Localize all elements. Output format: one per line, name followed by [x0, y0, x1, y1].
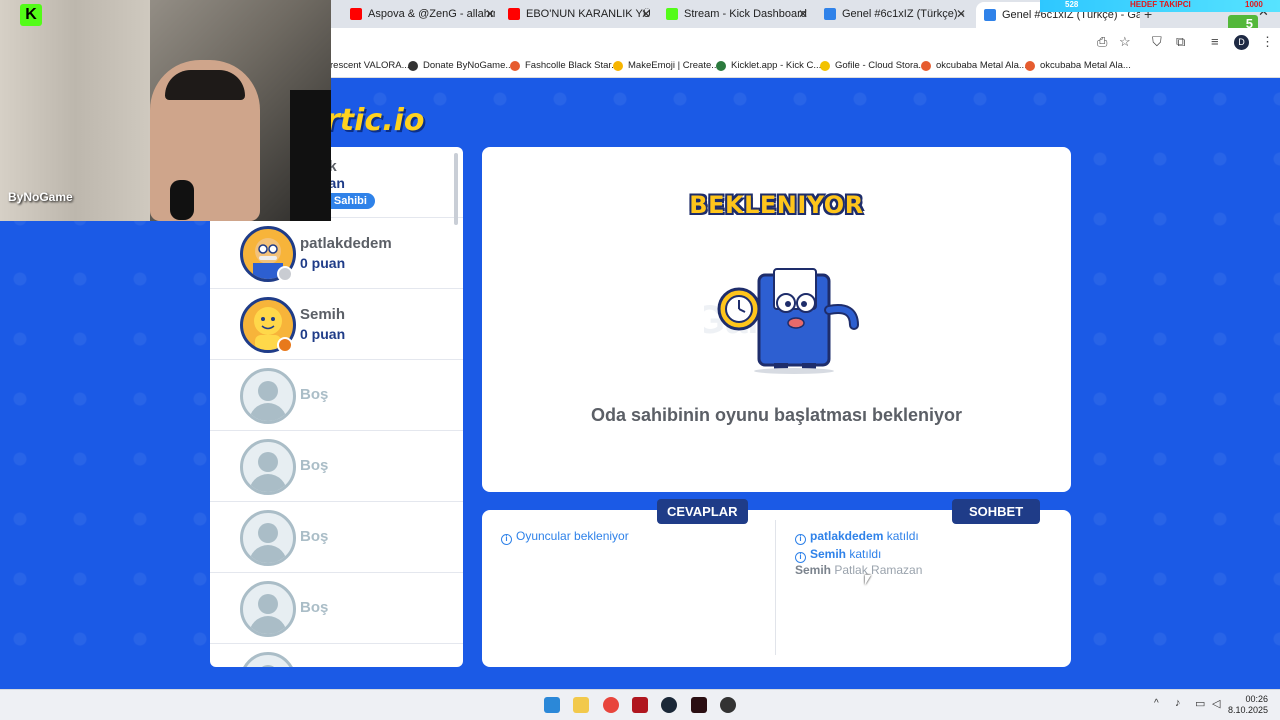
- webcam-overlay: K ByNoGame: [0, 0, 331, 221]
- channel-name: ByNoGame: [8, 190, 73, 204]
- bookmark-item[interactable]: MakeEmoji | Create...: [613, 60, 719, 71]
- mouse-cursor-icon: [865, 575, 871, 585]
- empty-avatar-icon: [240, 439, 296, 495]
- close-tab-icon[interactable]: ✕: [798, 7, 808, 21]
- info-icon: i: [795, 552, 806, 563]
- bookmark-icon: [613, 60, 623, 71]
- browser-tab-3[interactable]: Stream - Kick Dashboard ✕: [666, 4, 808, 24]
- tab-answers[interactable]: CEVAPLAR: [657, 499, 748, 524]
- goal-target: 1000: [1245, 0, 1263, 9]
- chat-event: i Semih katıldı: [795, 547, 881, 563]
- bookmark-item[interactable]: Donate ByNoGame...: [408, 60, 513, 71]
- player-row-empty[interactable]: [210, 644, 463, 667]
- waiting-panel: BEKLENIYOR Gartic Oda sahibinin oyunu ba…: [482, 147, 1071, 492]
- microphone-icon[interactable]: ♪: [1175, 697, 1181, 709]
- gartic-icon: [984, 9, 996, 21]
- player-row[interactable]: Semih 0 puan: [210, 289, 463, 360]
- player-row-empty[interactable]: Boş: [210, 431, 463, 502]
- bookmark-item[interactable]: Gofile - Cloud Stora...: [820, 60, 926, 71]
- goal-current: 528: [1065, 0, 1079, 9]
- browser-tab-1[interactable]: Aspova & @ZenG - allahımakıl ✕: [350, 4, 495, 24]
- waiting-mascot-icon: Gartic: [704, 268, 859, 374]
- windows-taskbar: ^ ♪ ▭ ◁ 00:26 8.10.2025: [0, 689, 1280, 720]
- waiting-message: Oda sahibinin oyunu başlatması bekleniyo…: [590, 405, 963, 425]
- obs-icon[interactable]: [720, 697, 736, 713]
- kick-logo-icon: K: [20, 4, 42, 26]
- info-icon: i: [795, 534, 806, 545]
- system-clock[interactable]: 00:26 8.10.2025: [1228, 694, 1268, 716]
- chrome-icon[interactable]: [603, 697, 619, 713]
- panel-divider: [775, 520, 776, 655]
- goal-label: HEDEF TAKIPCI: [1130, 0, 1191, 9]
- kick-icon: [666, 8, 678, 20]
- steam-icon[interactable]: [661, 697, 677, 713]
- empty-avatar-icon: [240, 652, 296, 667]
- close-tab-icon[interactable]: ✕: [641, 7, 651, 21]
- tab-chat[interactable]: SOHBET: [952, 499, 1041, 524]
- extensions-icon[interactable]: ⧉: [1176, 34, 1185, 50]
- bookmark-icon: [921, 60, 931, 71]
- status-dot: [277, 337, 293, 353]
- chat-message: Semih Patlak Ramazan: [795, 563, 923, 577]
- gartic-icon: [824, 8, 836, 20]
- empty-avatar-icon: [240, 510, 296, 566]
- player-row-empty[interactable]: Boş: [210, 573, 463, 644]
- bookmark-item[interactable]: Kicklet.app - Kick C...: [716, 60, 821, 71]
- player-list-scrollbar[interactable]: [454, 153, 458, 225]
- status-dot: [277, 266, 293, 282]
- chevron-up-icon[interactable]: ^: [1154, 698, 1159, 709]
- bookmark-item[interactable]: Fashcolle Black Star...: [510, 60, 619, 71]
- youtube-icon: [508, 8, 520, 20]
- player-row-empty[interactable]: Boş: [210, 360, 463, 431]
- browser-tab-2[interactable]: EBO'NUN KARANLIK YÜZÜ | Tu ✕: [508, 4, 651, 24]
- bookmark-item[interactable]: okcubaba Metal Ala...: [1025, 60, 1131, 71]
- bookmark-icon: [820, 60, 830, 71]
- app-icon[interactable]: [691, 697, 707, 713]
- player-row[interactable]: patlakdedem 0 puan: [210, 218, 463, 289]
- windows-start-icon[interactable]: [544, 697, 560, 713]
- answers-status: i Oyuncular bekleniyor: [501, 529, 629, 545]
- player-row-empty[interactable]: Boş: [210, 502, 463, 573]
- waiting-title: BEKLENIYOR: [689, 191, 864, 219]
- empty-avatar-icon: [240, 368, 296, 424]
- menu-kebab-icon[interactable]: ⋮: [1261, 34, 1274, 50]
- close-tab-icon[interactable]: ✕: [485, 7, 495, 21]
- browser-tab-4[interactable]: Genel #6c1xIZ (Türkçe) - Gartic ✕: [824, 4, 966, 24]
- info-icon: i: [501, 534, 512, 545]
- bookmark-icon: [510, 60, 520, 71]
- answers-chat-panel: CEVAPLAR SOHBET i Oyuncular bekleniyor ip…: [482, 499, 1071, 667]
- close-tab-icon[interactable]: ✕: [956, 7, 966, 21]
- shield-icon[interactable]: ⛉: [1152, 34, 1162, 50]
- bookmark-star-icon[interactable]: ☆: [1119, 34, 1131, 50]
- volume-icon[interactable]: ◁: [1212, 697, 1220, 710]
- gartic-logo: rtic.io: [325, 103, 425, 138]
- app-icon[interactable]: [632, 697, 648, 713]
- player-list: ak uan da Sahibi patlakdedem 0 puan Semi…: [210, 147, 463, 667]
- bookmark-icon: [1025, 60, 1035, 71]
- file-explorer-icon[interactable]: [573, 697, 589, 713]
- install-app-icon[interactable]: ⎙: [1097, 34, 1107, 50]
- youtube-icon: [350, 8, 362, 20]
- empty-avatar-icon: [240, 581, 296, 637]
- media-icon[interactable]: ≡: [1211, 34, 1219, 49]
- bookmark-icon: [408, 60, 418, 71]
- profile-avatar[interactable]: D: [1234, 35, 1249, 50]
- chat-event: i patlakdedem katıldı: [795, 529, 919, 545]
- microphone-icon: [170, 180, 194, 220]
- follower-goal-overlay: 528 HEDEF TAKIPCI 1000: [1040, 0, 1280, 12]
- network-icon[interactable]: ▭: [1195, 697, 1205, 710]
- bookmark-item[interactable]: rescent VALORA...: [330, 60, 410, 71]
- bookmark-item[interactable]: okcubaba Metal Ala...: [921, 60, 1027, 71]
- bookmark-icon: [716, 60, 726, 71]
